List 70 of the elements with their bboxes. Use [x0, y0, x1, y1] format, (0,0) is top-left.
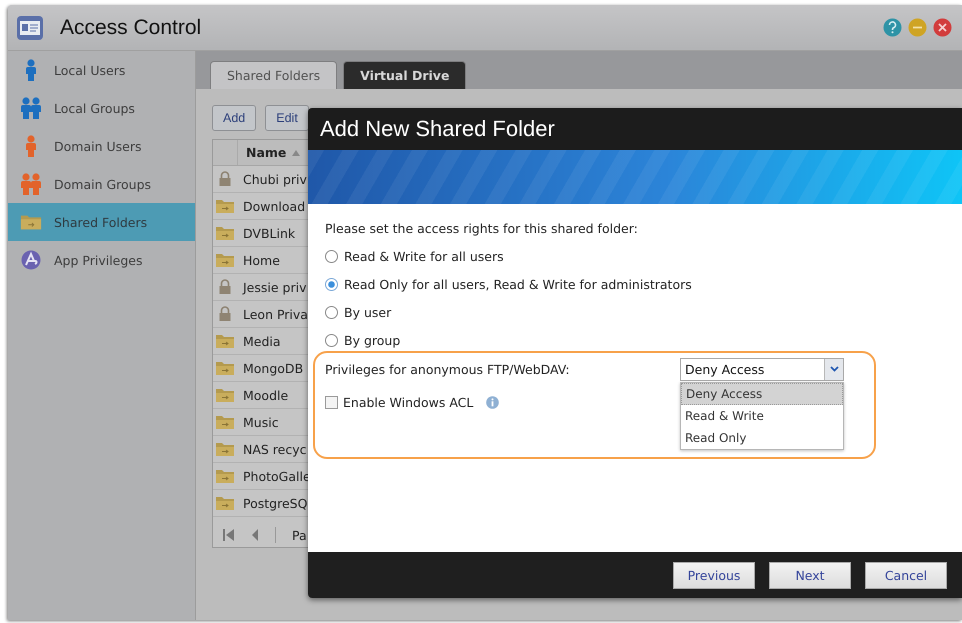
- sidebar-item[interactable]: Domain Users: [8, 127, 195, 165]
- dropdown-option[interactable]: Read Only: [681, 426, 843, 448]
- sidebar-item[interactable]: Local Groups: [8, 89, 195, 127]
- dialog-button[interactable]: Next: [769, 562, 851, 588]
- radio-button[interactable]: [325, 250, 338, 262]
- checkbox[interactable]: [325, 396, 338, 408]
- dialog-title: Add New Shared Folder: [320, 116, 555, 142]
- id-card-icon: [16, 14, 44, 40]
- radio-button[interactable]: [325, 334, 338, 346]
- dialog-button[interactable]: Cancel: [865, 562, 947, 588]
- table-cell-text: DVBLink: [242, 226, 296, 240]
- folder-icon: [215, 387, 235, 403]
- privilege-dropdown[interactable]: Deny Access: [680, 358, 844, 380]
- folder-icon: [215, 252, 235, 268]
- sort-arrow-icon: [292, 150, 300, 156]
- field-label: Privileges for anonymous FTP/WebDAV:: [325, 362, 571, 376]
- folder-icon: [215, 333, 235, 349]
- sidebar-item[interactable]: Local Users: [8, 51, 195, 89]
- sidebar-item[interactable]: Domain Groups: [8, 165, 195, 203]
- table-cell-text: NAS recyc: [242, 442, 307, 456]
- table-cell-text: Download: [242, 198, 306, 214]
- pager-label: Pa: [292, 528, 307, 542]
- first-page-icon[interactable]: [223, 528, 235, 542]
- toolbar-button[interactable]: Add: [212, 105, 256, 131]
- previous-page-icon[interactable]: [251, 528, 259, 542]
- checkbox-label[interactable]: Enable Windows ACL: [343, 394, 474, 410]
- help-icon[interactable]: [883, 18, 902, 37]
- sidebar-item[interactable]: App Privileges: [8, 241, 195, 279]
- dropdown-option[interactable]: Deny Access: [681, 382, 843, 404]
- dialog-button[interactable]: Previous: [673, 562, 755, 588]
- dropdown-option[interactable]: Read & Write: [681, 404, 843, 426]
- radio-label[interactable]: Read & Write for all users: [344, 248, 504, 264]
- tab[interactable]: Virtual Drive: [343, 61, 466, 89]
- folder-icon: [215, 468, 235, 484]
- info-icon[interactable]: [486, 396, 500, 408]
- folder-icon: [215, 414, 235, 430]
- toolbar-button[interactable]: Edit: [265, 105, 309, 131]
- folder-icon: [215, 225, 235, 241]
- folder-icon: [215, 495, 235, 511]
- lock-icon: [218, 306, 232, 322]
- tab[interactable]: Shared Folders: [210, 61, 338, 89]
- column-header[interactable]: Name: [246, 145, 286, 160]
- table-cell-text: Moodle: [242, 388, 288, 402]
- table-cell-text: Media: [242, 334, 281, 348]
- radio-label[interactable]: By group: [344, 332, 400, 348]
- table-cell-text: PhotoGalle: [242, 468, 311, 484]
- app-logo-icon: [21, 250, 41, 270]
- close-icon[interactable]: [933, 18, 952, 37]
- folder-icon: [215, 198, 235, 214]
- minimize-icon[interactable]: [908, 18, 927, 37]
- table-cell-text: Music: [242, 414, 279, 430]
- table-cell-text: Chubi priv: [242, 172, 307, 186]
- folder-icon: [215, 441, 235, 457]
- radio-label[interactable]: By user: [344, 304, 392, 320]
- table-cell-text: MongoDB: [242, 360, 304, 376]
- sidebar-item[interactable]: Shared Folders: [8, 203, 195, 241]
- lock-icon: [218, 171, 232, 187]
- folder-icon: [20, 213, 42, 231]
- window-title: Access Control: [60, 16, 202, 40]
- radio-label[interactable]: Read Only for all users, Read & Write for administrators: [344, 276, 692, 292]
- table-cell-text: PostgreSQ: [242, 496, 308, 510]
- table-cell-text: Leon Priva: [242, 306, 308, 322]
- radio-button[interactable]: [325, 306, 338, 318]
- table-cell-text: Jessie priv: [241, 280, 306, 294]
- instruction-text: Please set the access rights for this shared folder:: [325, 220, 638, 236]
- folder-icon: [215, 360, 235, 376]
- lock-icon: [218, 279, 232, 295]
- table-cell-text: Home: [242, 252, 280, 268]
- chevron-down-icon[interactable]: [830, 366, 838, 372]
- radio-button[interactable]: [325, 278, 338, 290]
